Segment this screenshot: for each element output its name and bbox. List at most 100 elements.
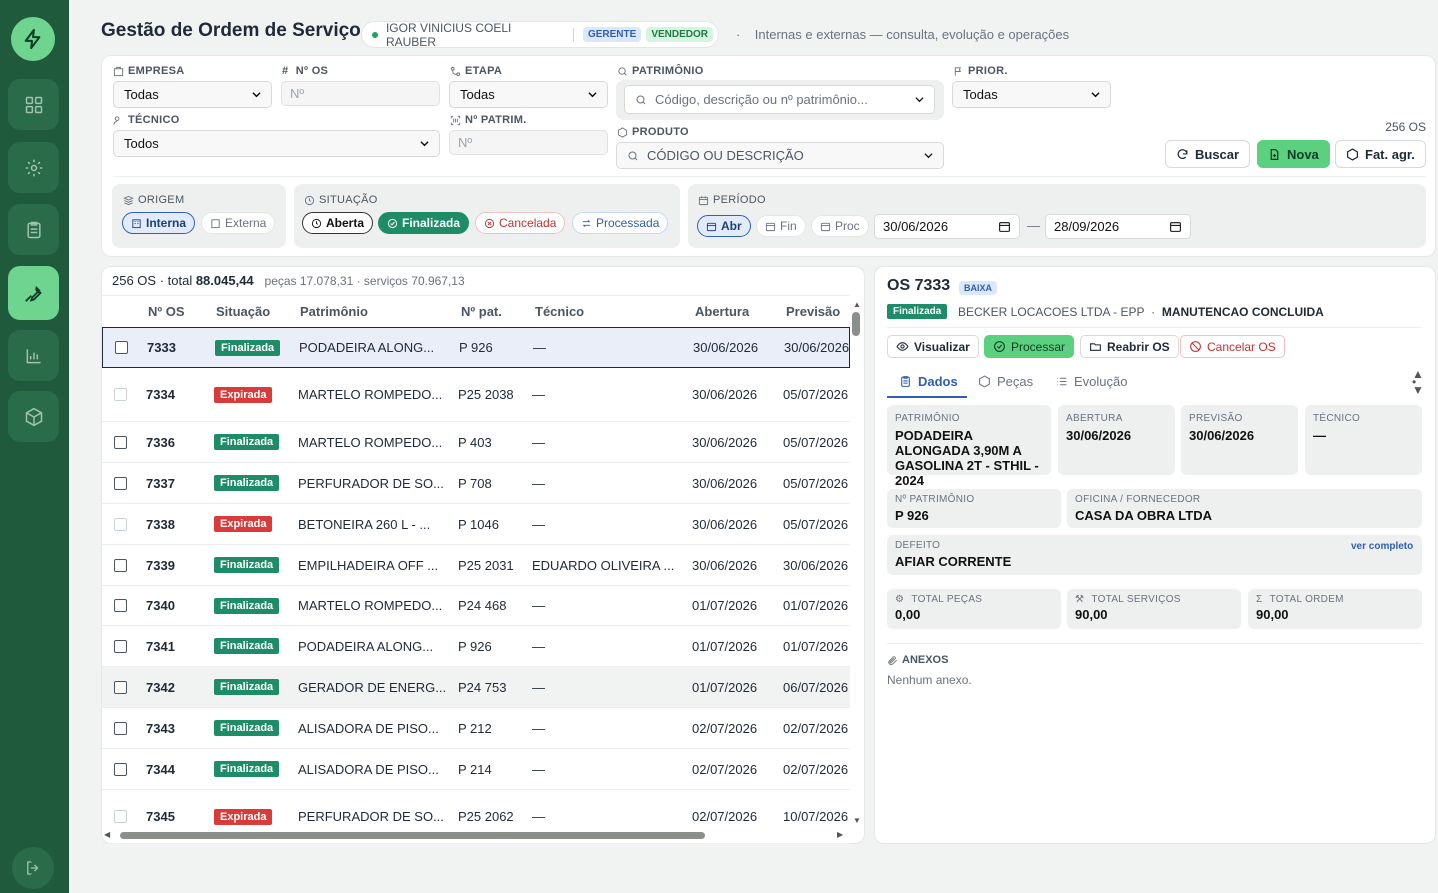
- row-previsao: 06/07/2026: [783, 679, 849, 695]
- detail-total-ordem: Σ TOTAL ORDEM 90,00: [1248, 589, 1422, 629]
- col-patrimonio[interactable]: Patrimônio: [300, 304, 368, 319]
- col-situacao[interactable]: Situação: [216, 304, 270, 319]
- row-checkbox[interactable]: [114, 422, 127, 462]
- row-checkbox[interactable]: [114, 626, 127, 666]
- periodo-from-date[interactable]: 30/06/2026: [874, 214, 1020, 239]
- row-patrimonio: EMPILHADEIRA OFF ...: [298, 557, 439, 573]
- row-checkbox[interactable]: [114, 504, 127, 544]
- tecnico-select[interactable]: Todos: [113, 130, 440, 157]
- table-row[interactable]: 7337 Finalizada PERFURADOR DE SO... P 708 — 3…: [102, 463, 850, 504]
- row-os: 7342: [146, 679, 175, 695]
- col-tecnico[interactable]: Técnico: [535, 304, 584, 319]
- table-row[interactable]: 7344 Finalizada ALISADORA DE PISO... P 214 —…: [102, 749, 850, 790]
- nova-button[interactable]: Nova: [1257, 140, 1330, 168]
- situacao-cancelada-chip[interactable]: Cancelada: [475, 212, 566, 234]
- col-abertura[interactable]: Abertura: [695, 304, 749, 319]
- row-previsao: 05/07/2026: [783, 434, 849, 450]
- tab-evolucao[interactable]: Evolução: [1055, 374, 1127, 389]
- situacao-aberta-chip[interactable]: Aberta: [302, 212, 374, 234]
- periodo-proc-chip[interactable]: Proc: [811, 215, 869, 237]
- etapa-label: ETAPA: [450, 65, 502, 77]
- table-row[interactable]: 7343 Finalizada ALISADORA DE PISO... P 212 —…: [102, 708, 850, 749]
- logout-icon[interactable]: [12, 847, 54, 889]
- tecnico-label: TÉCNICO: [113, 114, 180, 126]
- nos-input[interactable]: Nº: [281, 81, 440, 106]
- periodo-to-date[interactable]: 28/09/2026: [1045, 214, 1191, 239]
- row-checkbox[interactable]: [114, 368, 127, 421]
- row-status: Finalizada: [214, 708, 280, 748]
- row-checkbox[interactable]: [114, 586, 127, 625]
- sidebar-wrench-icon[interactable]: [8, 266, 59, 320]
- sidebar-gear-icon[interactable]: [8, 142, 59, 193]
- sidebar-box-icon[interactable]: [8, 391, 59, 442]
- row-os: 7333: [147, 340, 176, 355]
- visualizar-button[interactable]: Visualizar: [887, 335, 979, 358]
- produto-search[interactable]: CÓDIGO OU DESCRIÇÃO: [616, 142, 944, 169]
- table-row[interactable]: 7336 Finalizada MARTELO ROMPEDO... P 403 — 30…: [102, 422, 850, 463]
- row-os: 7336: [146, 434, 175, 450]
- row-patrimonio: BETONEIRA 260 L - ...: [298, 516, 431, 532]
- periodo-fin-chip[interactable]: Fin: [756, 215, 806, 237]
- more-vertical-icon[interactable]: ▲ • ▼: [1412, 368, 1424, 396]
- table-row[interactable]: 7338 Expirada BETONEIRA 260 L - ... P 1046 —…: [102, 504, 850, 545]
- row-abertura: 01/07/2026: [692, 598, 758, 613]
- table-row[interactable]: 7334 Expirada MARTELO ROMPEDO... P25 2038 — 3…: [102, 368, 850, 422]
- processar-button[interactable]: Processar: [984, 335, 1075, 358]
- etapa-select[interactable]: Todas: [449, 81, 608, 108]
- vertical-scrollbar[interactable]: ▲ ▼: [851, 298, 861, 828]
- row-previsao: 02/07/2026: [783, 720, 849, 736]
- row-npat: P25 2038: [458, 387, 514, 402]
- col-previsao[interactable]: Previsão: [786, 304, 840, 319]
- row-abertura: 02/07/2026: [692, 761, 758, 777]
- npatrim-label: Nº PATRIM.: [450, 114, 527, 126]
- sidebar-dashboard-icon[interactable]: [8, 79, 59, 130]
- table-row[interactable]: 7341 Finalizada PODADEIRA ALONG... P 926 — 01…: [102, 626, 850, 667]
- table-row[interactable]: 7339 Finalizada EMPILHADEIRA OFF ... P25 20…: [102, 545, 850, 586]
- fat-agr-button[interactable]: Fat. agr.: [1335, 140, 1426, 168]
- buscar-button[interactable]: Buscar: [1165, 140, 1251, 168]
- sidebar-chart-icon[interactable]: [8, 330, 59, 381]
- origem-externa-chip[interactable]: Externa: [201, 212, 276, 234]
- tab-dados[interactable]: Dados: [899, 374, 958, 389]
- row-checkbox[interactable]: [114, 463, 127, 503]
- origem-interna-chip[interactable]: Interna: [122, 212, 196, 234]
- patrimonio-search[interactable]: Código, descrição ou nº patrimônio...: [624, 85, 935, 114]
- periodo-abr-chip[interactable]: Abr: [697, 215, 751, 237]
- col-nos[interactable]: Nº OS: [148, 304, 185, 319]
- table-row[interactable]: 7342 Finalizada GERADOR DE ENERG... P24 753…: [102, 667, 850, 708]
- row-tecnico: —: [532, 638, 545, 654]
- sidebar: [0, 0, 69, 893]
- ver-completo-link[interactable]: ver completo: [1351, 541, 1413, 552]
- row-npat: P 403: [458, 434, 492, 450]
- row-tecnico: —: [532, 516, 545, 532]
- sidebar-clipboard-icon[interactable]: [8, 204, 59, 255]
- situacao-finalizada-chip[interactable]: Finalizada: [378, 212, 470, 234]
- empresa-select[interactable]: Todas: [113, 81, 272, 108]
- situacao-processada-chip[interactable]: Processada: [572, 212, 669, 234]
- row-checkbox[interactable]: [114, 749, 127, 789]
- detail-patrimonio: PATRIMÔNIO PODADEIRA ALONGADA 3,90M A GAS…: [887, 405, 1051, 488]
- row-checkbox[interactable]: [114, 667, 127, 707]
- row-checkbox[interactable]: [114, 708, 127, 748]
- anexos-empty: Nenhum anexo.: [887, 673, 972, 687]
- row-tecnico: —: [532, 598, 545, 613]
- tab-pecas[interactable]: Peças: [978, 374, 1033, 389]
- row-patrimonio: PERFURADOR DE SO...: [298, 475, 444, 491]
- col-npat[interactable]: Nº pat.: [461, 304, 502, 319]
- table-row[interactable]: 7333 Finalizada PODADEIRA ALONG... P 926 — 30…: [102, 327, 850, 368]
- npatrim-input[interactable]: Nº: [449, 130, 608, 155]
- detail-total-servicos: ⚒ TOTAL SERVIÇOS 90,00: [1067, 589, 1241, 629]
- row-checkbox[interactable]: [114, 545, 127, 585]
- logo-bolt-icon[interactable]: [11, 17, 55, 61]
- page-title: Gestão de Ordem de Serviço: [101, 20, 361, 41]
- horizontal-scrollbar[interactable]: ◀ ▶: [104, 830, 850, 841]
- row-tecnico: —: [532, 679, 545, 695]
- row-checkbox[interactable]: [115, 328, 128, 367]
- table-row[interactable]: 7340 Finalizada MARTELO ROMPEDO... P24 468 —…: [102, 586, 850, 626]
- reabrir-button[interactable]: Reabrir OS: [1080, 335, 1179, 358]
- cancelar-os-button[interactable]: Cancelar OS: [1180, 335, 1285, 358]
- row-os: 7337: [146, 475, 175, 491]
- row-npat: P 212: [458, 720, 492, 736]
- prior-select[interactable]: Todas: [952, 81, 1111, 108]
- row-previsao: 05/07/2026: [783, 387, 849, 402]
